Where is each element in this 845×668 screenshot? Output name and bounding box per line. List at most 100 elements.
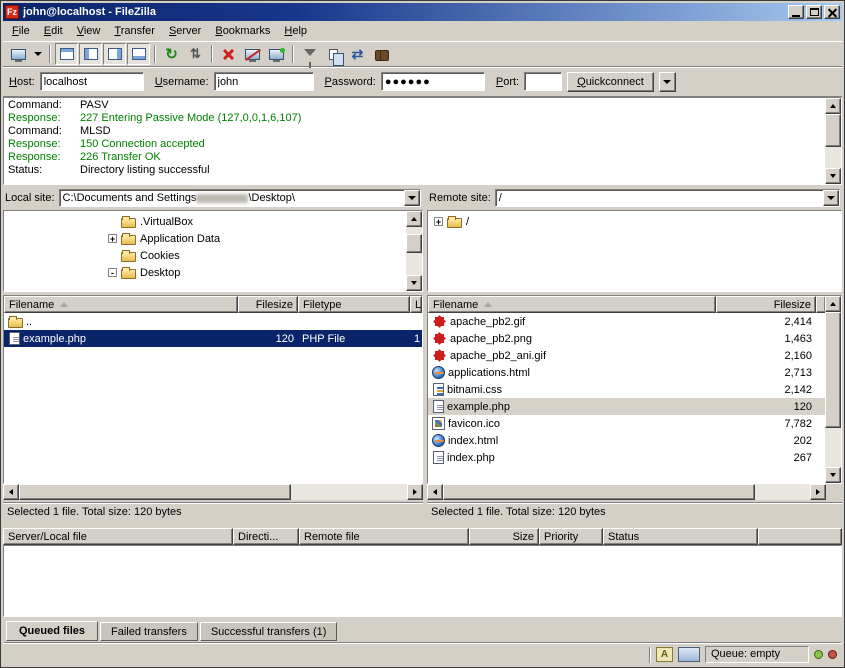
menu-file[interactable]: File bbox=[5, 22, 37, 40]
remote-path-combo[interactable]: / bbox=[495, 189, 840, 207]
file-row[interactable]: apache_pb2.gif 2,414 bbox=[428, 313, 825, 330]
local-path-dropdown-button[interactable] bbox=[404, 190, 420, 206]
toggle-remote-tree-button[interactable] bbox=[103, 43, 126, 65]
menu-server[interactable]: Server bbox=[162, 22, 208, 40]
scrollbar-left-button[interactable] bbox=[427, 484, 443, 500]
log-scrollbar[interactable] bbox=[825, 98, 841, 184]
process-queue-button[interactable] bbox=[184, 43, 207, 65]
tab-successful-transfers[interactable]: Successful transfers (1) bbox=[200, 622, 338, 641]
column-header-filename[interactable]: Filename bbox=[428, 296, 716, 313]
host-input[interactable] bbox=[40, 72, 144, 91]
column-header-remote-file[interactable]: Remote file bbox=[299, 528, 469, 545]
scrollbar-track[interactable] bbox=[19, 484, 407, 500]
menu-help[interactable]: Help bbox=[277, 22, 314, 40]
cancel-button[interactable] bbox=[217, 43, 240, 65]
tree-item-virtualbox[interactable]: .VirtualBox bbox=[4, 213, 406, 230]
scrollbar-thumb[interactable] bbox=[406, 234, 422, 253]
filter-button[interactable] bbox=[298, 43, 321, 65]
scrollbar-down-button[interactable] bbox=[406, 275, 422, 291]
toggle-local-tree-button[interactable] bbox=[79, 43, 102, 65]
find-button[interactable] bbox=[370, 43, 393, 65]
menu-transfer[interactable]: Transfer bbox=[107, 22, 162, 40]
queue-body[interactable] bbox=[3, 545, 842, 617]
refresh-button[interactable] bbox=[160, 43, 183, 65]
scrollbar-down-button[interactable] bbox=[825, 168, 841, 184]
tab-failed-transfers[interactable]: Failed transfers bbox=[100, 622, 198, 641]
column-header-filesize[interactable]: Filesize bbox=[716, 296, 816, 313]
local-path-combo[interactable]: C:\Documents and Settings\Desktop\ bbox=[59, 189, 421, 207]
column-header-filename[interactable]: Filename bbox=[4, 296, 238, 313]
column-header-server-local-file[interactable]: Server/Local file bbox=[3, 528, 233, 545]
tree-item-desktop[interactable]: -Desktop bbox=[4, 264, 406, 281]
scrollbar-thumb[interactable] bbox=[19, 484, 291, 500]
tab-queued-files[interactable]: Queued files bbox=[6, 621, 98, 641]
maximize-button[interactable] bbox=[806, 5, 822, 19]
expander-icon[interactable]: - bbox=[108, 268, 117, 277]
menu-edit[interactable]: Edit bbox=[37, 22, 70, 40]
quickconnect-dropdown-button[interactable] bbox=[659, 72, 676, 92]
scrollbar-up-button[interactable] bbox=[825, 296, 841, 312]
file-row[interactable]: bitnami.css 2,142 bbox=[428, 381, 825, 398]
filezilla-logo-icon[interactable]: Fz bbox=[5, 5, 19, 19]
file-row[interactable]: applications.html 2,713 bbox=[428, 364, 825, 381]
local-tree-scrollbar[interactable] bbox=[406, 211, 422, 291]
synchronized-browsing-button[interactable] bbox=[346, 43, 369, 65]
scrollbar-left-button[interactable] bbox=[3, 484, 19, 500]
scrollbar-track[interactable] bbox=[825, 114, 841, 168]
scrollbar-down-button[interactable] bbox=[825, 467, 841, 483]
ascii-data-type-icon[interactable]: A bbox=[656, 647, 673, 662]
scrollbar-track[interactable] bbox=[443, 484, 810, 500]
tree-item-cookies[interactable]: Cookies bbox=[4, 247, 406, 264]
file-row-example-php[interactable]: example.php 120 PHP File 1 bbox=[4, 330, 422, 347]
site-manager-dropdown-button[interactable] bbox=[31, 43, 45, 65]
file-row-parent-directory[interactable]: .. bbox=[4, 313, 422, 330]
tree-item-application-data[interactable]: +Application Data bbox=[4, 230, 406, 247]
menu-view[interactable]: View bbox=[70, 22, 108, 40]
scrollbar-track[interactable] bbox=[406, 227, 422, 275]
scrollbar-up-button[interactable] bbox=[406, 211, 422, 227]
scrollbar-thumb[interactable] bbox=[825, 114, 841, 147]
column-header-direction[interactable]: Directi... bbox=[233, 528, 299, 545]
toggle-message-log-button[interactable] bbox=[55, 43, 78, 65]
file-row-selected[interactable]: example.php 120 bbox=[428, 398, 825, 415]
file-row[interactable]: index.php 267 bbox=[428, 449, 825, 466]
scrollbar-track[interactable] bbox=[825, 312, 841, 467]
file-row[interactable]: apache_pb2_ani.gif 2,160 bbox=[428, 347, 825, 364]
toggle-queue-button[interactable] bbox=[127, 43, 150, 65]
scrollbar-up-button[interactable] bbox=[825, 98, 841, 114]
scrollbar-thumb[interactable] bbox=[825, 312, 841, 428]
column-header-filesize[interactable]: Filesize bbox=[238, 296, 298, 313]
close-button[interactable] bbox=[824, 5, 840, 19]
column-header-filetype[interactable]: Filetype bbox=[298, 296, 410, 313]
expander-icon[interactable]: + bbox=[434, 217, 443, 226]
scrollbar-right-button[interactable] bbox=[810, 484, 826, 500]
scrollbar-right-button[interactable] bbox=[407, 484, 423, 500]
title-bar[interactable]: Fz john@localhost - FileZilla bbox=[3, 3, 842, 21]
compare-button[interactable] bbox=[322, 43, 345, 65]
port-input[interactable] bbox=[524, 72, 562, 91]
column-header-size[interactable]: Size bbox=[469, 528, 539, 545]
file-row[interactable]: apache_pb2.png 1,463 bbox=[428, 330, 825, 347]
reconnect-button[interactable] bbox=[265, 43, 288, 65]
scrollbar-thumb[interactable] bbox=[443, 484, 755, 500]
local-list-hscrollbar[interactable] bbox=[3, 484, 423, 500]
expander-icon[interactable]: + bbox=[108, 234, 117, 243]
remote-path-dropdown-button[interactable] bbox=[823, 190, 839, 206]
username-input[interactable] bbox=[214, 72, 314, 91]
disconnect-button[interactable] bbox=[241, 43, 264, 65]
column-header-label: Server/Local file bbox=[8, 531, 87, 543]
remote-list-hscrollbar[interactable] bbox=[427, 484, 826, 500]
site-manager-button[interactable] bbox=[7, 43, 30, 65]
speed-limits-icon[interactable] bbox=[678, 647, 700, 662]
tree-item-root[interactable]: +/ bbox=[428, 213, 841, 230]
password-input[interactable] bbox=[381, 72, 485, 91]
file-row[interactable]: index.html 202 bbox=[428, 432, 825, 449]
file-row[interactable]: favicon.ico 7,782 bbox=[428, 415, 825, 432]
menu-bookmarks[interactable]: Bookmarks bbox=[208, 22, 277, 40]
remote-list-scrollbar[interactable] bbox=[825, 296, 841, 483]
quickconnect-button[interactable]: Quickconnect bbox=[567, 72, 654, 92]
minimize-button[interactable] bbox=[788, 5, 804, 19]
column-header-priority[interactable]: Priority bbox=[539, 528, 603, 545]
column-header-last-modified[interactable]: L bbox=[410, 296, 422, 313]
column-header-status[interactable]: Status bbox=[603, 528, 758, 545]
